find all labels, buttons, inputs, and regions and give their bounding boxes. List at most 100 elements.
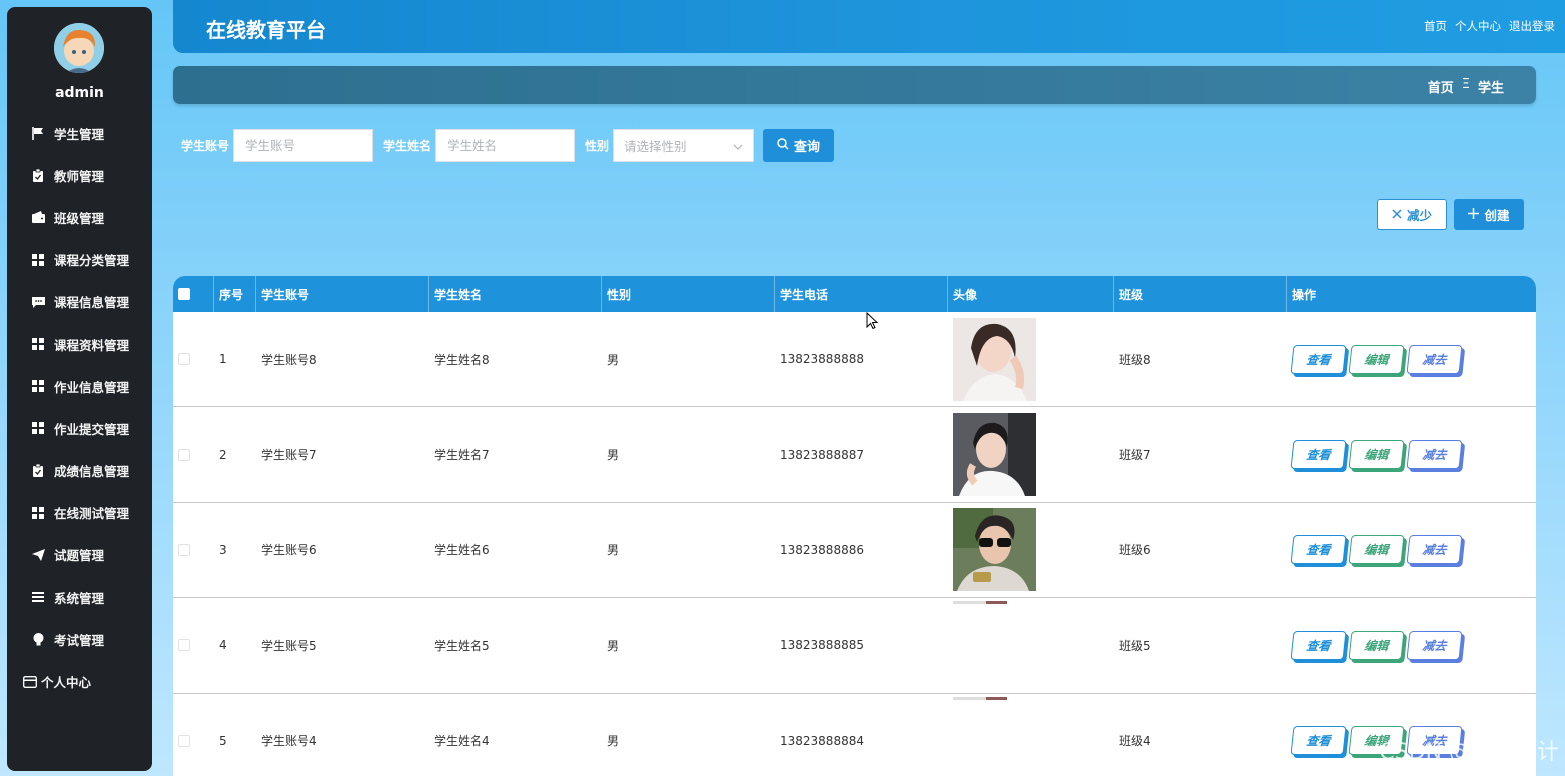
header-name: 学生姓名 xyxy=(429,276,602,312)
header-gender: 性别 xyxy=(602,276,775,312)
create-button[interactable]: 创建 xyxy=(1454,199,1524,230)
cell-gender: 男 xyxy=(607,448,620,463)
student-photo-loading xyxy=(953,696,1036,700)
sidebar-item-label: 课程分类管理 xyxy=(54,253,130,269)
sidebar-item-score[interactable]: 成绩信息管理 xyxy=(7,450,152,492)
cell-class: 班级5 xyxy=(1119,638,1151,653)
sidebar-item-exam[interactable]: 考试管理 xyxy=(7,618,152,660)
sidebar: admin 学生管理 教师管理 班级管理 课程分类管理 课程信息管理 课程资料管… xyxy=(7,7,152,771)
cell-account: 学生账号5 xyxy=(261,638,317,653)
grid-icon xyxy=(31,253,45,267)
avatar[interactable] xyxy=(54,23,104,73)
header-phone: 学生电话 xyxy=(775,276,948,312)
bulb-icon xyxy=(31,632,45,646)
sidebar-item-homework-info[interactable]: 作业信息管理 xyxy=(7,365,152,407)
view-button[interactable]: 查看 xyxy=(1290,630,1347,660)
row-checkbox[interactable] xyxy=(178,639,190,652)
search-icon xyxy=(777,137,789,154)
chevron-down-icon xyxy=(733,140,743,155)
reduce-button[interactable]: 减少 xyxy=(1377,199,1447,230)
top-link-home[interactable]: 首页 xyxy=(1424,18,1447,34)
cell-phone: 13823888886 xyxy=(780,542,864,557)
cell-name: 学生姓名6 xyxy=(434,543,490,558)
sidebar-item-label: 在线测试管理 xyxy=(54,506,130,522)
cell-name: 学生姓名5 xyxy=(434,638,490,653)
query-button[interactable]: 查询 xyxy=(763,129,835,162)
clipboard-icon xyxy=(31,464,45,478)
send-icon xyxy=(31,548,45,562)
cell-index: 2 xyxy=(219,447,227,462)
sidebar-item-course-info[interactable]: 课程信息管理 xyxy=(7,281,152,323)
name-input[interactable] xyxy=(435,129,576,162)
sidebar-item-system[interactable]: 系统管理 xyxy=(7,576,152,618)
cell-phone: 13823888885 xyxy=(780,638,864,653)
reduce-button-label: 减少 xyxy=(1406,208,1432,223)
delete-button[interactable]: 减去 xyxy=(1406,440,1463,470)
delete-button[interactable]: 减去 xyxy=(1406,344,1463,374)
username: admin xyxy=(55,85,104,101)
row-checkbox[interactable] xyxy=(178,448,190,461)
select-all-checkbox[interactable] xyxy=(178,288,190,300)
view-button[interactable]: 查看 xyxy=(1290,344,1347,374)
student-photo xyxy=(953,508,1036,592)
row-checkbox[interactable] xyxy=(178,353,190,366)
header-account: 学生账号 xyxy=(256,276,429,312)
cell-account: 学生账号6 xyxy=(261,543,317,558)
breadcrumb-bar: 首页 Ξ 学生 xyxy=(173,66,1536,104)
sidebar-item-course-material[interactable]: 课程资料管理 xyxy=(7,323,152,365)
grid-icon xyxy=(31,379,45,393)
cell-account: 学生账号7 xyxy=(261,448,317,463)
top-bar: 在线教育平台 首页 个人中心 退出登录 xyxy=(173,0,1565,53)
cell-account: 学生账号8 xyxy=(261,352,317,367)
sidebar-item-label: 课程信息管理 xyxy=(54,295,130,311)
breadcrumb-current: 学生 xyxy=(1477,81,1504,96)
sidebar-item-homework-submit[interactable]: 作业提交管理 xyxy=(7,407,152,449)
view-button[interactable]: 查看 xyxy=(1290,535,1347,565)
mouse-cursor-icon xyxy=(866,311,879,334)
cell-index: 5 xyxy=(219,733,227,748)
cell-class: 班级6 xyxy=(1119,543,1151,558)
row-checkbox[interactable] xyxy=(178,543,190,556)
cell-name: 学生姓名4 xyxy=(434,734,490,749)
sidebar-item-label: 学生管理 xyxy=(54,126,105,142)
header-class: 班级 xyxy=(1114,276,1287,312)
student-photo xyxy=(953,413,1036,497)
edit-button[interactable]: 编辑 xyxy=(1348,440,1405,470)
table-row: 3 学生账号6 学生姓名6 男 13823888886 班级6 查看 编辑 减去 xyxy=(173,503,1536,599)
top-link-personal[interactable]: 个人中心 xyxy=(1455,18,1501,34)
flag-icon xyxy=(31,126,45,140)
sidebar-item-student[interactable]: 学生管理 xyxy=(7,112,152,154)
table-header: 序号 学生账号 学生姓名 性别 学生电话 头像 班级 操作 xyxy=(173,276,1536,312)
cell-class: 班级7 xyxy=(1119,448,1151,463)
view-button[interactable]: 查看 xyxy=(1290,726,1347,756)
cell-index: 1 xyxy=(219,352,227,367)
top-link-logout[interactable]: 退出登录 xyxy=(1509,18,1555,34)
delete-button[interactable]: 减去 xyxy=(1406,630,1463,660)
account-label: 学生账号 xyxy=(181,139,230,153)
breadcrumb-home[interactable]: 首页 xyxy=(1428,77,1454,96)
sidebar-item-teacher[interactable]: 教师管理 xyxy=(7,154,152,196)
name-label: 学生姓名 xyxy=(383,139,432,153)
row-checkbox[interactable] xyxy=(178,734,190,747)
delete-button[interactable]: 减去 xyxy=(1406,535,1463,565)
sidebar-item-label: 班级管理 xyxy=(54,210,105,226)
account-input[interactable] xyxy=(233,129,374,162)
watermark: CSDN @逐梦设计 xyxy=(1379,740,1559,765)
edit-button[interactable]: 编辑 xyxy=(1348,344,1405,374)
cell-index: 4 xyxy=(219,638,227,653)
gender-select[interactable]: 请选择性别 xyxy=(613,129,755,162)
cell-phone: 13823888884 xyxy=(780,733,864,748)
wallet-icon xyxy=(31,210,45,224)
sidebar-item-online-test[interactable]: 在线测试管理 xyxy=(7,492,152,534)
grid-icon xyxy=(31,337,45,351)
edit-button[interactable]: 编辑 xyxy=(1348,535,1405,565)
sidebar-item-class[interactable]: 班级管理 xyxy=(7,196,152,238)
view-button[interactable]: 查看 xyxy=(1290,440,1347,470)
sidebar-item-questions[interactable]: 试题管理 xyxy=(7,534,152,576)
cell-class: 班级8 xyxy=(1119,352,1151,367)
sidebar-item-personal[interactable]: 个人中心 xyxy=(7,660,152,702)
cell-name: 学生姓名8 xyxy=(434,352,490,367)
edit-button[interactable]: 编辑 xyxy=(1348,630,1405,660)
sidebar-item-course-category[interactable]: 课程分类管理 xyxy=(7,239,152,281)
table-row: 4 学生账号5 学生姓名5 男 13823888885 班级5 查看 编辑 减去 xyxy=(173,598,1536,694)
